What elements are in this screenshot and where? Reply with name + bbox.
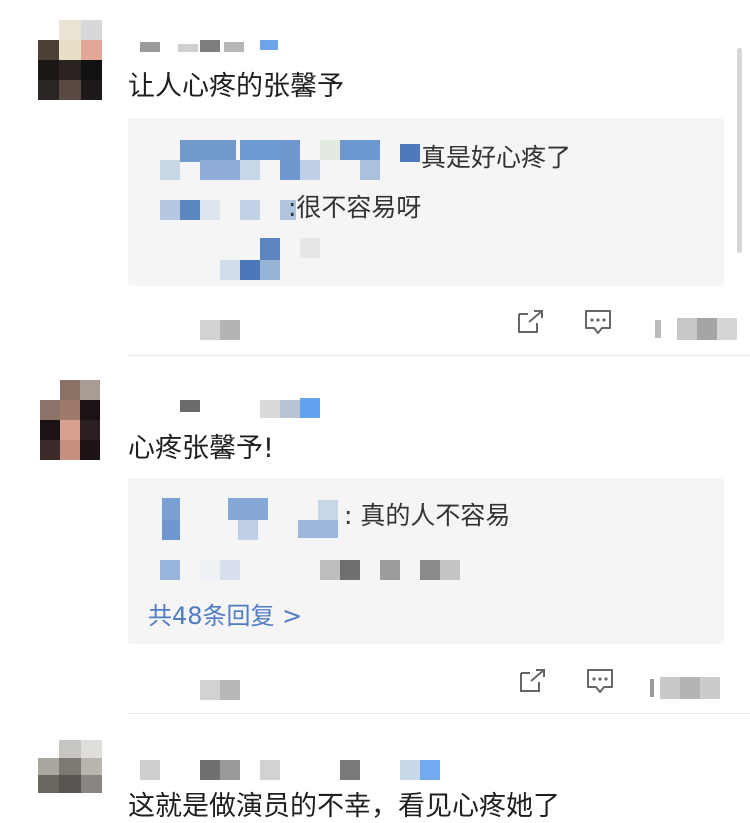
avatar[interactable] [40, 380, 100, 460]
reply-text: : 真的人不容易 [344, 501, 511, 530]
reply-username[interactable] [160, 198, 300, 220]
comment-text: 这就是做演员的不幸，看见心疼她了 [128, 791, 560, 822]
more-replies-link[interactable]: 共48条回复 > [148, 596, 302, 631]
scrollbar[interactable] [737, 48, 742, 253]
reply-username[interactable] [220, 238, 320, 282]
avatar[interactable] [38, 20, 102, 100]
share-icon[interactable] [518, 668, 548, 694]
like-icon[interactable] [655, 318, 737, 340]
reply-username[interactable] [160, 140, 445, 180]
timestamp [200, 320, 240, 340]
username[interactable] [140, 40, 280, 52]
reply-text: 真是好心疼了 [421, 143, 572, 172]
share-icon[interactable] [516, 309, 546, 335]
username[interactable] [180, 398, 340, 420]
reply-text: :很不容易呀 [288, 193, 422, 222]
like-icon[interactable] [650, 675, 722, 701]
reply-username[interactable] [160, 560, 470, 580]
comment-icon[interactable] [583, 308, 613, 336]
avatar[interactable] [38, 740, 102, 793]
comment-icon[interactable] [585, 667, 615, 695]
comment-text: 让人心疼的张馨予 [128, 71, 344, 102]
divider [128, 713, 750, 714]
reply-username[interactable] [148, 498, 348, 540]
timestamp [200, 680, 240, 700]
comment-text: 心疼张馨予! [128, 433, 274, 464]
reply-preview[interactable]: 真是好心疼了 :很不容易呀 [128, 118, 724, 286]
username[interactable] [140, 760, 440, 780]
reply-preview[interactable]: : 真的人不容易 共48条回复 > [128, 478, 724, 644]
divider [128, 355, 750, 356]
